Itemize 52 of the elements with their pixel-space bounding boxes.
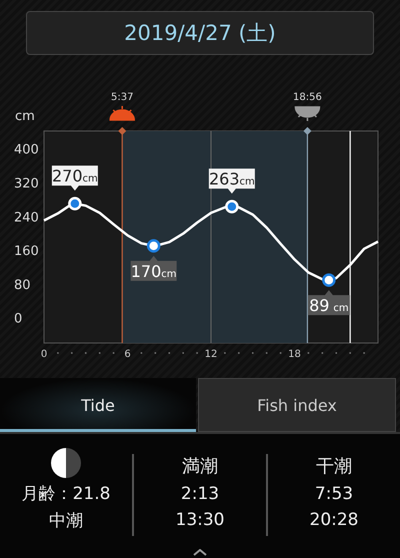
date-header[interactable]: 2019/4/27 (土) [26,11,374,55]
annotation: 270cm [52,166,98,186]
x-tick-label: 6 [124,349,131,360]
x-tick-label: 0 [40,349,48,360]
tide-type: 中潮 [49,510,83,532]
annotation: 89 cm [309,296,349,316]
tide-time: 2:13 [180,484,220,504]
diamond-marker [118,127,126,135]
sun-time: 18:56 [293,92,322,103]
y-tick-label: 80 [14,278,31,293]
y-axis-unit: cm [15,109,35,124]
y-tick-label: 240 [14,210,39,226]
x-tick-label: 12 [204,349,218,360]
sunset-icon [294,106,320,122]
y-tick-label: 320 [14,176,39,192]
y-tick-label: 0 [14,312,22,327]
minor-tick [280,352,282,354]
column-title: 干潮 [316,455,352,478]
high-tide-callout: 263cm [208,168,255,194]
minor-tick [363,352,365,354]
tab[interactable]: Tide [0,378,196,432]
sun-time: 5:37 [110,92,134,103]
low-tide-callout: 89 cm [308,290,350,316]
y-tick-label: 400 [14,142,39,158]
tab[interactable]: Fish index [198,378,396,432]
annotation: 263cm [208,170,255,189]
tide-time: 13:30 [176,510,224,530]
sunrise-icon [109,105,135,121]
minor-tick [112,352,114,354]
minor-tick [349,352,352,354]
minor-tick [140,352,142,354]
y-tick-label: 160 [14,244,39,260]
minor-tick [224,352,226,354]
tide-point [146,239,160,253]
tide-point [68,196,82,210]
annotation: 170cm [130,262,177,281]
minor-tick [196,352,198,354]
minor-tick [321,352,324,354]
tide-time: 20:28 [310,510,358,530]
moon-age: 月齢：21.8 [22,483,110,505]
tide-point [322,273,336,287]
chevron-up-icon[interactable] [193,549,207,556]
minor-tick [308,352,310,354]
tide-point [225,200,239,214]
column-title: 満潮 [182,455,218,478]
tide-time: 7:53 [314,484,354,504]
half-moon-icon [51,448,81,478]
high-tide-callout: 270cm [52,166,98,191]
diamond-marker [303,127,312,135]
low-tide-callout: 170cm [130,256,177,281]
x-tick-label: 18 [288,349,301,360]
minor-tick [57,352,59,354]
